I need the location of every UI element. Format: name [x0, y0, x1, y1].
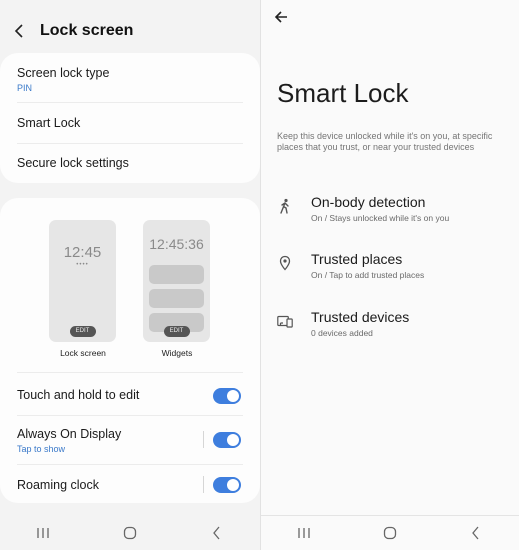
divider [17, 102, 243, 103]
back-nav-button[interactable] [207, 523, 227, 543]
item-title: Trusted places [311, 251, 403, 267]
edit-badge: EDIT [69, 326, 96, 337]
item-subtitle: On / Tap to add trusted places [311, 270, 425, 280]
navigation-bar [0, 515, 260, 550]
location-pin-icon [279, 255, 291, 271]
home-button[interactable] [120, 523, 140, 543]
lock-options-card: Screen lock type PIN Smart Lock Secure l… [0, 53, 260, 183]
item-title: On-body detection [311, 194, 426, 210]
lock-screen-preview[interactable]: 12:45 •••• EDIT [49, 220, 116, 342]
screen-lock-type-value: PIN [17, 83, 33, 93]
widgets-preview[interactable]: 12:45:36 EDIT [143, 220, 210, 342]
pin-dots: •••• [76, 262, 89, 268]
navigation-bar [261, 515, 519, 550]
smart-lock-panel: Smart Lock Keep this device unlocked whi… [261, 0, 519, 550]
devices-icon [277, 315, 293, 328]
lock-screen-settings-panel: Lock screen Screen lock type PIN Smart L… [0, 0, 260, 550]
always-on-display-toggle[interactable] [213, 432, 241, 448]
touch-hold-toggle[interactable] [213, 388, 241, 404]
setting-row-touch-hold[interactable]: Touch and hold to edit [17, 388, 243, 402]
walking-person-icon [280, 198, 289, 214]
back-arrow-icon [212, 526, 220, 539]
on-body-detection-item[interactable]: On-body detection On / Stays unlocked wh… [277, 194, 507, 228]
chevron-left-icon [14, 24, 23, 38]
setting-row-roaming-clock[interactable]: Roaming clock [17, 478, 243, 492]
page-description: Keep this device unlocked while it's on … [277, 131, 493, 152]
setting-subtitle: Tap to show [17, 444, 66, 454]
setting-title: Touch and hold to edit [17, 388, 140, 402]
divider [17, 143, 243, 144]
secure-lock-settings-item[interactable]: Secure lock settings [17, 156, 243, 170]
back-button[interactable] [14, 20, 28, 42]
edit-badge: EDIT [163, 326, 190, 337]
setting-row-always-on-display[interactable]: Always On Display Tap to show [17, 427, 243, 454]
lock-screen-preview-label: Lock screen [60, 348, 106, 358]
divider [17, 415, 243, 416]
screen-lock-type-item[interactable]: Screen lock type PIN [17, 66, 243, 93]
divider [17, 464, 243, 465]
back-button[interactable] [273, 9, 289, 25]
home-button[interactable] [380, 523, 400, 543]
preview-clock: 12:45 [63, 244, 102, 261]
screen-lock-type-title: Screen lock type [17, 66, 110, 80]
widget-placeholder [149, 289, 204, 308]
divider [17, 372, 243, 373]
secure-lock-settings-title: Secure lock settings [17, 156, 129, 170]
trusted-places-item[interactable]: Trusted places On / Tap to add trusted p… [277, 251, 507, 285]
trusted-devices-item[interactable]: Trusted devices 0 devices added [277, 309, 507, 343]
home-icon [123, 526, 137, 539]
toggle-divider [203, 476, 204, 493]
setting-title: Roaming clock [17, 478, 99, 492]
widgets-preview-label: Widgets [161, 348, 193, 358]
roaming-clock-toggle[interactable] [213, 477, 241, 493]
item-subtitle: 0 devices added [311, 328, 373, 338]
recents-icon [298, 527, 310, 538]
setting-title: Always On Display [17, 427, 122, 441]
home-icon [383, 526, 397, 539]
widget-placeholder [149, 265, 204, 284]
smart-lock-title: Smart Lock [17, 116, 81, 130]
page-title: Lock screen [40, 22, 134, 39]
toggle-divider [203, 431, 204, 448]
lock-screen-customize-card: 12:45 •••• EDIT Lock screen 12:45:36 EDI… [0, 198, 260, 503]
recents-button[interactable] [294, 523, 314, 543]
lock-screen-header: Lock screen [14, 20, 133, 42]
arrow-left-icon [274, 11, 287, 23]
back-arrow-icon [472, 526, 479, 539]
page-title: Smart Lock [277, 78, 409, 108]
recents-icon [37, 527, 49, 538]
item-title: Trusted devices [311, 309, 410, 325]
recents-button[interactable] [33, 523, 53, 543]
preview-clock: 12:45:36 [149, 236, 204, 252]
smart-lock-item[interactable]: Smart Lock [17, 116, 243, 130]
back-nav-button[interactable] [466, 523, 486, 543]
item-subtitle: On / Stays unlocked while it's on you [311, 213, 450, 223]
